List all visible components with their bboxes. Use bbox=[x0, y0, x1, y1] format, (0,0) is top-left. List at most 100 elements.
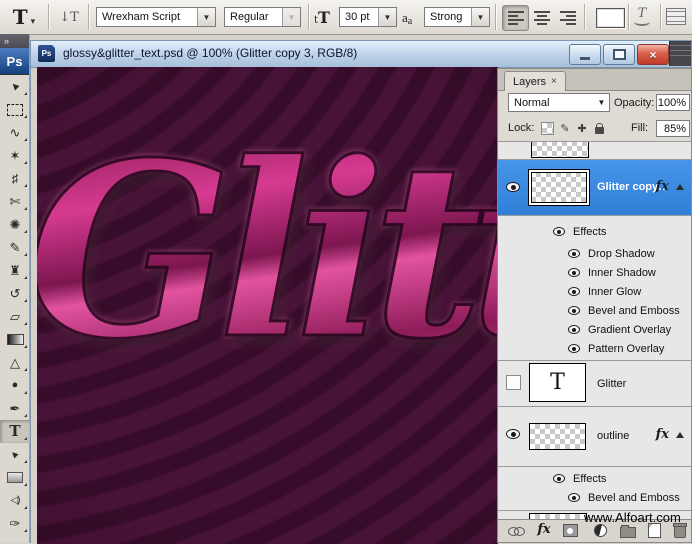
slice-tool[interactable]: ✄ bbox=[0, 190, 30, 213]
effect-label: Pattern Overlay bbox=[588, 343, 664, 355]
visibility-eye-icon[interactable] bbox=[568, 306, 580, 315]
effect-row-pattern-overlay[interactable]: Pattern Overlay bbox=[498, 340, 691, 359]
visibility-eye-icon[interactable] bbox=[568, 344, 580, 353]
fill-input[interactable]: 85% bbox=[656, 120, 690, 137]
lock-pixels-button[interactable]: ✎ bbox=[558, 121, 572, 135]
path-selection-tool[interactable]: ▲ bbox=[0, 443, 30, 466]
close-button[interactable]: × bbox=[637, 44, 669, 65]
lock-position-button[interactable]: ✚ bbox=[575, 121, 589, 135]
document-title: glossy&glitter_text.psd @ 100% (Glitter … bbox=[63, 46, 357, 60]
tools-palette: » Ps ▲∿✶♯✄✺✎♜↺▱△●✒T▲◁)✑ bbox=[0, 34, 30, 543]
move-tool[interactable]: ▲ bbox=[0, 75, 30, 98]
tab-layers[interactable]: Layers × bbox=[504, 71, 566, 91]
align-left-button[interactable] bbox=[502, 5, 529, 31]
effects-header-row[interactable]: Effects bbox=[498, 223, 691, 241]
pen-tool[interactable]: ✒ bbox=[0, 397, 30, 420]
align-center-button[interactable] bbox=[528, 5, 555, 31]
link-layers-button[interactable] bbox=[506, 522, 526, 539]
effect-row-gradient-overlay[interactable]: Gradient Overlay bbox=[498, 321, 691, 340]
visibility-eye-icon[interactable] bbox=[568, 493, 580, 502]
effect-row-bevel-emboss[interactable]: Bevel and Emboss bbox=[498, 489, 691, 508]
chevron-down-icon[interactable]: ▼ bbox=[471, 8, 489, 26]
text-orientation-button[interactable]: ↓T bbox=[54, 6, 84, 28]
effect-row-drop-shadow[interactable]: Drop Shadow bbox=[498, 245, 691, 264]
visibility-eye-icon[interactable] bbox=[506, 429, 520, 439]
visibility-checkbox-empty[interactable] bbox=[506, 375, 521, 390]
layer-style-button[interactable]: fx bbox=[534, 521, 554, 538]
collapse-effects-arrow[interactable] bbox=[676, 432, 684, 438]
font-size-icon: tT bbox=[314, 8, 330, 27]
lock-transparency-button[interactable] bbox=[540, 121, 554, 135]
history-brush-tool[interactable]: ↺ bbox=[0, 282, 30, 305]
visibility-eye-icon[interactable] bbox=[568, 268, 580, 277]
layers-tabbar: Layers × bbox=[498, 69, 691, 91]
document-titlebar[interactable]: Ps glossy&glitter_text.psd @ 100% (Glitt… bbox=[31, 41, 691, 68]
dock-grip[interactable] bbox=[669, 41, 691, 66]
marquee-tool[interactable] bbox=[0, 98, 30, 121]
type-tool[interactable]: T bbox=[0, 420, 30, 443]
effect-label: Gradient Overlay bbox=[588, 324, 671, 336]
text-layer-thumbnail[interactable]: T bbox=[529, 363, 586, 402]
canvas[interactable]: Glitte bbox=[37, 67, 498, 544]
effects-header-row[interactable]: Effects bbox=[498, 470, 691, 488]
toggle-palettes-button[interactable] bbox=[666, 8, 686, 25]
add-layer-mask-button[interactable] bbox=[560, 522, 580, 539]
lasso-tool-icon: ∿ bbox=[10, 126, 21, 139]
crop-tool[interactable]: ♯ bbox=[0, 167, 30, 190]
restore-button[interactable] bbox=[603, 44, 635, 65]
eraser-tool[interactable]: ▱ bbox=[0, 305, 30, 328]
layer-row-glitter-text[interactable]: T Glitter bbox=[498, 361, 691, 406]
anti-alias-select[interactable]: Strong ▼ bbox=[424, 7, 490, 27]
layer-name[interactable]: outline bbox=[597, 430, 629, 442]
effect-row-inner-shadow[interactable]: Inner Shadow bbox=[498, 264, 691, 283]
burn-tool[interactable]: ● bbox=[0, 374, 30, 397]
lasso-tool[interactable]: ∿ bbox=[0, 121, 30, 144]
blur-tool[interactable]: △ bbox=[0, 351, 30, 374]
canvas-glitter-text: Glitte bbox=[37, 131, 498, 371]
font-style-select[interactable]: Regular ▼ bbox=[224, 7, 301, 27]
notes-tool[interactable]: ◁) bbox=[0, 489, 30, 512]
magic-wand-tool[interactable]: ✶ bbox=[0, 144, 30, 167]
collapse-tools-button[interactable]: » bbox=[0, 34, 29, 48]
type-tool-preset[interactable]: T ▾ bbox=[6, 3, 42, 31]
opacity-input[interactable]: 100% bbox=[656, 94, 690, 111]
warp-text-letter: T bbox=[638, 6, 647, 21]
layer-row-outline[interactable]: outline fx bbox=[498, 407, 691, 466]
align-center-icon bbox=[534, 9, 550, 27]
visibility-eye-icon[interactable] bbox=[568, 287, 580, 296]
visibility-eye-icon[interactable] bbox=[506, 182, 520, 192]
close-icon: × bbox=[649, 49, 656, 61]
collapse-effects-arrow[interactable] bbox=[676, 184, 684, 190]
clone-stamp-tool[interactable]: ♜ bbox=[0, 259, 30, 282]
layer-thumbnail[interactable] bbox=[529, 423, 586, 450]
brush-tool[interactable]: ✎ bbox=[0, 236, 30, 259]
layer-row-glitter-copy[interactable]: Glitter copy… fx bbox=[498, 160, 691, 216]
shape-tool[interactable] bbox=[0, 466, 30, 489]
effect-row-bevel-emboss[interactable]: Bevel and Emboss bbox=[498, 302, 691, 321]
align-right-button[interactable] bbox=[554, 5, 581, 31]
visibility-eye-icon[interactable] bbox=[568, 325, 580, 334]
layer-fx-icon[interactable]: fx bbox=[656, 179, 669, 194]
healing-brush-tool[interactable]: ✺ bbox=[0, 213, 30, 236]
visibility-eye-icon[interactable] bbox=[568, 249, 580, 258]
minimize-button[interactable] bbox=[569, 44, 601, 65]
font-size-select[interactable]: 30 pt ▼ bbox=[339, 7, 397, 27]
text-color-swatch[interactable] bbox=[596, 8, 625, 28]
layer-thumbnail[interactable] bbox=[529, 170, 589, 205]
warp-text-button[interactable]: T bbox=[631, 6, 653, 28]
layer-name[interactable]: Glitter bbox=[597, 378, 626, 390]
font-family-select[interactable]: Wrexham Script ▼ bbox=[96, 7, 216, 27]
gradient-tool[interactable] bbox=[0, 328, 30, 351]
blend-mode-select[interactable]: Normal ▼ bbox=[508, 93, 610, 112]
lock-all-button[interactable] bbox=[592, 121, 606, 135]
visibility-eye-icon[interactable] bbox=[553, 227, 565, 236]
tab-close-icon[interactable]: × bbox=[551, 76, 557, 87]
chevron-down-icon[interactable]: ▼ bbox=[197, 8, 215, 26]
partial-layer-thumbnail[interactable] bbox=[531, 141, 589, 158]
chevron-down-icon[interactable]: ▼ bbox=[378, 8, 396, 26]
layer-fx-icon[interactable]: fx bbox=[656, 427, 669, 442]
effect-row-inner-glow[interactable]: Inner Glow bbox=[498, 283, 691, 302]
visibility-eye-icon[interactable] bbox=[553, 474, 565, 483]
fill-label: Fill: bbox=[631, 122, 648, 134]
eyedropper-tool[interactable]: ✑ bbox=[0, 512, 30, 535]
